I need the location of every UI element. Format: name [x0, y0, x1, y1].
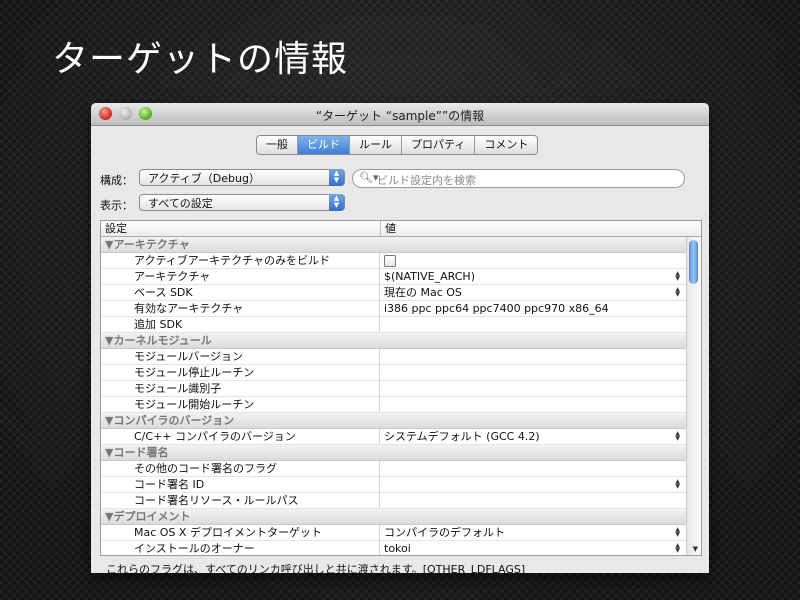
scroll-thumb[interactable] — [689, 240, 698, 284]
setting-value-text: tokoi — [384, 542, 411, 555]
setting-value[interactable]: $(NATIVE_ARCH) ▲ ▼ — [380, 269, 686, 284]
title-bar[interactable]: “ターゲット “sample””の情報 — [91, 103, 709, 126]
popup-arrows-icon: ▲ ▼ — [329, 194, 344, 211]
setting-value[interactable] — [380, 349, 686, 364]
group-row[interactable]: ▼コード署名 — [101, 445, 686, 461]
table-row[interactable]: Mac OS X デプロイメントターゲット コンパイラのデフォルト ▲ ▼ — [101, 525, 686, 541]
setting-value[interactable]: ▲ ▼ — [380, 477, 686, 492]
info-window: “ターゲット “sample””の情報 一般 ビルド ルール プロパティ コメン… — [91, 103, 709, 573]
table-row[interactable]: C/C++ コンパイラのバージョン システムデフォルト (GCC 4.2) ▲ ▼ — [101, 429, 686, 445]
table-row[interactable]: インストールのオーナー tokoi ▲ ▼ — [101, 541, 686, 555]
setting-value[interactable] — [380, 317, 686, 332]
stepper-arrows-icon[interactable]: ▲ ▼ — [675, 271, 680, 282]
table-row[interactable]: モジュール識別子 — [101, 381, 686, 397]
setting-name: アーキテクチャ — [101, 269, 380, 284]
setting-name: 追加 SDK — [101, 317, 380, 332]
slide-title: ターゲットの情報 — [52, 39, 349, 80]
setting-value-text: システムデフォルト (GCC 4.2) — [384, 430, 540, 443]
group-row[interactable]: ▼アーキテクチャ — [101, 237, 686, 253]
table-row[interactable]: アクティブアーキテクチャのみをビルド — [101, 253, 686, 269]
setting-value[interactable] — [380, 365, 686, 380]
table-row[interactable]: コード署名 ID ▲ ▼ — [101, 477, 686, 493]
table-row[interactable]: モジュール開始ルーチン — [101, 397, 686, 413]
setting-name: C/C++ コンパイラのバージョン — [101, 429, 380, 444]
search-field[interactable]: 🔍︎▾ ビルド設定内を検索 — [352, 169, 685, 188]
show-value: すべての設定 — [148, 197, 213, 210]
table-row[interactable]: コード署名リソース・ルールパス — [101, 493, 686, 509]
table-row[interactable]: ベース SDK 現在の Mac OS ▲ ▼ — [101, 285, 686, 301]
setting-value[interactable]: tokoi ▲ ▼ — [380, 541, 686, 555]
vertical-scrollbar[interactable]: ▼ — [686, 237, 701, 555]
setting-name: モジュール停止ルーチン — [101, 365, 380, 380]
setting-name: モジュールバージョン — [101, 349, 380, 364]
search-placeholder: ビルド設定内を検索 — [377, 174, 476, 187]
configuration-label: 構成： — [100, 174, 133, 187]
stepper-arrows-icon[interactable]: ▲ ▼ — [675, 431, 680, 442]
table-row[interactable]: アーキテクチャ $(NATIVE_ARCH) ▲ ▼ — [101, 269, 686, 285]
setting-value[interactable] — [380, 493, 686, 508]
setting-value[interactable] — [380, 397, 686, 412]
table-header: 設定 値 — [101, 221, 701, 237]
build-settings-table: 設定 値 ▼アーキテクチャ アクティブアーキテクチャのみをビルド アーキテクチャ $(… — [100, 220, 702, 556]
group-row[interactable]: ▼カーネルモジュール — [101, 333, 686, 349]
setting-name: 有効なアーキテクチャ — [101, 301, 380, 316]
tab-comments[interactable]: コメント — [475, 136, 537, 154]
show-popup[interactable]: すべての設定 ▲ ▼ — [139, 194, 345, 211]
setting-name: その他のコード署名のフラグ — [101, 461, 380, 476]
setting-value[interactable]: コンパイラのデフォルト ▲ ▼ — [380, 525, 686, 540]
stepper-arrows-icon[interactable]: ▲ ▼ — [675, 287, 680, 298]
table-row[interactable]: モジュール停止ルーチン — [101, 365, 686, 381]
setting-value-text: i386 ppc ppc64 ppc7400 ppc970 x86_64 — [384, 302, 609, 315]
table-row[interactable]: 有効なアーキテクチャ i386 ppc ppc64 ppc7400 ppc970 … — [101, 301, 686, 317]
setting-name: コード署名 ID — [101, 477, 380, 492]
search-icon: 🔍︎▾ — [359, 171, 379, 184]
setting-checkbox[interactable] — [384, 255, 396, 267]
stepper-arrows-icon[interactable]: ▲ ▼ — [675, 479, 680, 490]
value-column-header[interactable]: 値 — [381, 221, 701, 236]
setting-value-text: 現在の Mac OS — [384, 286, 462, 299]
setting-value[interactable] — [380, 381, 686, 396]
table-row[interactable]: その他のコード署名のフラグ — [101, 461, 686, 477]
setting-value-text: コンパイラのデフォルト — [384, 526, 505, 539]
setting-name: モジュール開始ルーチン — [101, 397, 380, 412]
setting-value[interactable]: i386 ppc ppc64 ppc7400 ppc970 x86_64 — [380, 301, 686, 316]
stepper-arrows-icon[interactable]: ▲ ▼ — [675, 543, 680, 554]
setting-name: インストールのオーナー — [101, 541, 380, 555]
setting-name: ベース SDK — [101, 285, 380, 300]
setting-name: Mac OS X デプロイメントターゲット — [101, 525, 380, 540]
setting-value[interactable]: 現在の Mac OS ▲ ▼ — [380, 285, 686, 300]
setting-description: これらのフラグは、すべてのリンカ呼び出しと共に渡されます。[OTHER_LDFL… — [106, 563, 526, 573]
setting-value-text: $(NATIVE_ARCH) — [384, 270, 475, 283]
table-row[interactable]: 追加 SDK — [101, 317, 686, 333]
tab-bar: 一般 ビルド ルール プロパティ コメント — [256, 135, 539, 155]
setting-name: モジュール識別子 — [101, 381, 380, 396]
table-row[interactable]: モジュールバージョン — [101, 349, 686, 365]
table-rows: ▼アーキテクチャ アクティブアーキテクチャのみをビルド アーキテクチャ $(NATIV… — [101, 237, 686, 555]
setting-name: コード署名リソース・ルールパス — [101, 493, 380, 508]
tab-general[interactable]: 一般 — [257, 136, 298, 154]
tab-build[interactable]: ビルド — [298, 136, 350, 154]
setting-name: アクティブアーキテクチャのみをビルド — [101, 253, 380, 268]
setting-value[interactable] — [380, 253, 686, 268]
group-row[interactable]: ▼コンパイラのバージョン — [101, 413, 686, 429]
stepper-arrows-icon[interactable]: ▲ ▼ — [675, 527, 680, 538]
tab-properties[interactable]: プロパティ — [402, 136, 476, 154]
setting-value[interactable] — [380, 461, 686, 476]
scroll-down-arrow-icon[interactable]: ▼ — [693, 545, 698, 553]
window-title: “ターゲット “sample””の情報 — [315, 109, 485, 123]
show-label: 表示： — [100, 199, 133, 212]
popup-arrows-icon: ▲ ▼ — [329, 169, 344, 186]
setting-column-header[interactable]: 設定 — [101, 221, 381, 236]
tab-rules[interactable]: ルール — [350, 136, 402, 154]
configuration-popup[interactable]: アクティブ（Debug） ▲ ▼ — [139, 169, 345, 186]
configuration-value: アクティブ（Debug） — [148, 172, 260, 185]
group-row[interactable]: ▼デプロイメント — [101, 509, 686, 525]
setting-value[interactable]: システムデフォルト (GCC 4.2) ▲ ▼ — [380, 429, 686, 444]
